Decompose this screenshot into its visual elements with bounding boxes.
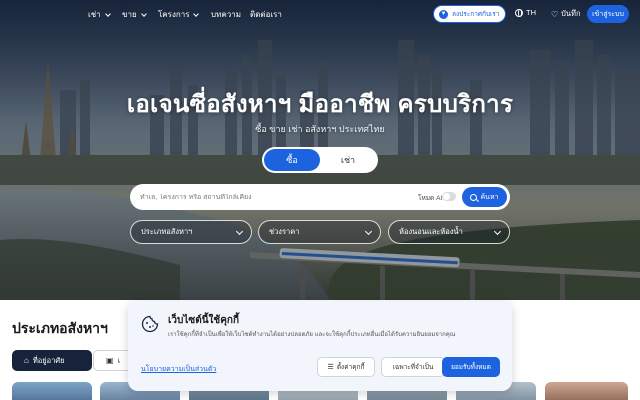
privacy-policy-link[interactable]: นโยบายความเป็นส่วนตัว	[141, 364, 216, 375]
nav-rent[interactable]: เช่า	[88, 8, 111, 21]
hero-subline: ซื้อ ขาย เช่า อสังหาฯ ประเทศไทย	[255, 124, 385, 134]
store-icon: ▣	[106, 356, 114, 365]
tab-commercial-label: เ	[117, 355, 121, 365]
saved-label: บันทึก	[561, 9, 581, 18]
nav-projects-label: โครงการ	[158, 10, 190, 19]
chevron-down-icon	[193, 10, 200, 17]
property-card[interactable]	[545, 382, 628, 400]
nav-sale-label: ขาย	[122, 10, 137, 19]
toggle-buy[interactable]: ซื้อ	[264, 149, 320, 171]
cookie-description: เราใช้คุกกี้ที่จำเป็นเพื่อให้เว็บไซต์ทำง…	[168, 332, 456, 338]
bed-bath-dropdown[interactable]: ห้องนอนและห้องน้ำ	[388, 220, 510, 244]
heart-icon: ♡	[551, 9, 559, 19]
necessary-only-button[interactable]: เฉพาะที่จำเป็น	[381, 357, 445, 377]
cookie-banner: เว็บไซต์นี้ใช้คุกกี้ เราใช้คุกกี้ที่จำเป…	[128, 301, 512, 391]
search-button[interactable]: ค้นหา	[462, 187, 507, 207]
cookie-icon	[141, 315, 159, 333]
nav-contact-label: ติดต่อเรา	[250, 10, 282, 19]
nav-articles[interactable]: บทความ	[211, 8, 241, 21]
section-title: ประเภทอสังหาฯ	[12, 320, 108, 336]
property-type-label: ประเภทอสังหาฯ	[141, 227, 193, 236]
ai-mode-label: โหมด AI	[418, 195, 443, 202]
sliders-icon: ☰	[327, 364, 334, 371]
post-listing-button[interactable]: ▼ ลงประกาศกับเรา	[433, 5, 506, 23]
accept-all-label: ยอมรับทั้งหมด	[451, 364, 491, 371]
search-input[interactable]	[140, 193, 400, 201]
tab-residential[interactable]: ⌂ ที่อยู่อาศัย	[12, 350, 92, 371]
cookie-settings-button[interactable]: ☰ ตั้งค่าคุกกี้	[317, 357, 375, 377]
necessary-only-label: เฉพาะที่จำเป็น	[392, 364, 434, 371]
chevron-down-icon	[235, 227, 244, 236]
ai-mode-toggle[interactable]	[442, 192, 456, 201]
nav-sale[interactable]: ขาย	[122, 8, 147, 21]
saved-button[interactable]: ♡ บันทึก	[551, 8, 581, 20]
search-button-label: ค้นหา	[480, 193, 499, 201]
property-type-dropdown[interactable]: ประเภทอสังหาฯ	[130, 220, 252, 244]
tab-residential-label: ที่อยู่อาศัย	[32, 355, 65, 365]
search-bar: โหมด AI ค้นหา	[130, 184, 510, 210]
buy-rent-toggle: ซื้อ เช่า	[262, 147, 378, 173]
cookie-settings-label: ตั้งค่าคุกกี้	[336, 364, 365, 371]
bed-bath-label: ห้องนอนและห้องน้ำ	[399, 227, 463, 236]
globe-icon	[515, 8, 523, 17]
house-icon: ⌂	[24, 356, 29, 365]
top-navigation: เช่า ขาย โครงการ บทความ ติดต่อเรา ▼ ลงปร…	[0, 5, 640, 23]
nav-contact[interactable]: ติดต่อเรา	[250, 8, 282, 21]
price-range-dropdown[interactable]: ช่วงราคา	[258, 220, 381, 244]
nav-rent-label: เช่า	[88, 10, 101, 19]
megaphone-icon: ▼	[439, 9, 448, 19]
price-range-label: ช่วงราคา	[269, 227, 300, 236]
chevron-down-icon	[364, 227, 373, 236]
hero-headline: เอเจนซี่อสังหาฯ มืออาชีพ ครบบริการ	[126, 91, 514, 118]
property-card[interactable]	[12, 382, 92, 400]
toggle-rent[interactable]: เช่า	[320, 149, 376, 171]
nav-articles-label: บทความ	[211, 10, 241, 19]
login-button[interactable]: เข้าสู่ระบบ	[587, 5, 629, 23]
language-label: TH	[526, 8, 536, 17]
accept-all-button[interactable]: ยอมรับทั้งหมด	[442, 357, 500, 377]
chevron-down-icon	[104, 10, 111, 17]
cookie-title: เว็บไซต์นี้ใช้คุกกี้	[168, 315, 239, 326]
post-listing-label: ลงประกาศกับเรา	[452, 11, 500, 18]
language-switcher[interactable]: TH	[515, 8, 536, 17]
chevron-down-icon	[493, 227, 502, 236]
tab-commercial[interactable]: ▣ เ	[93, 350, 133, 371]
login-label: เข้าสู่ระบบ	[592, 10, 624, 18]
search-icon	[470, 193, 478, 201]
nav-projects[interactable]: โครงการ	[158, 8, 200, 21]
chevron-down-icon	[140, 10, 147, 17]
